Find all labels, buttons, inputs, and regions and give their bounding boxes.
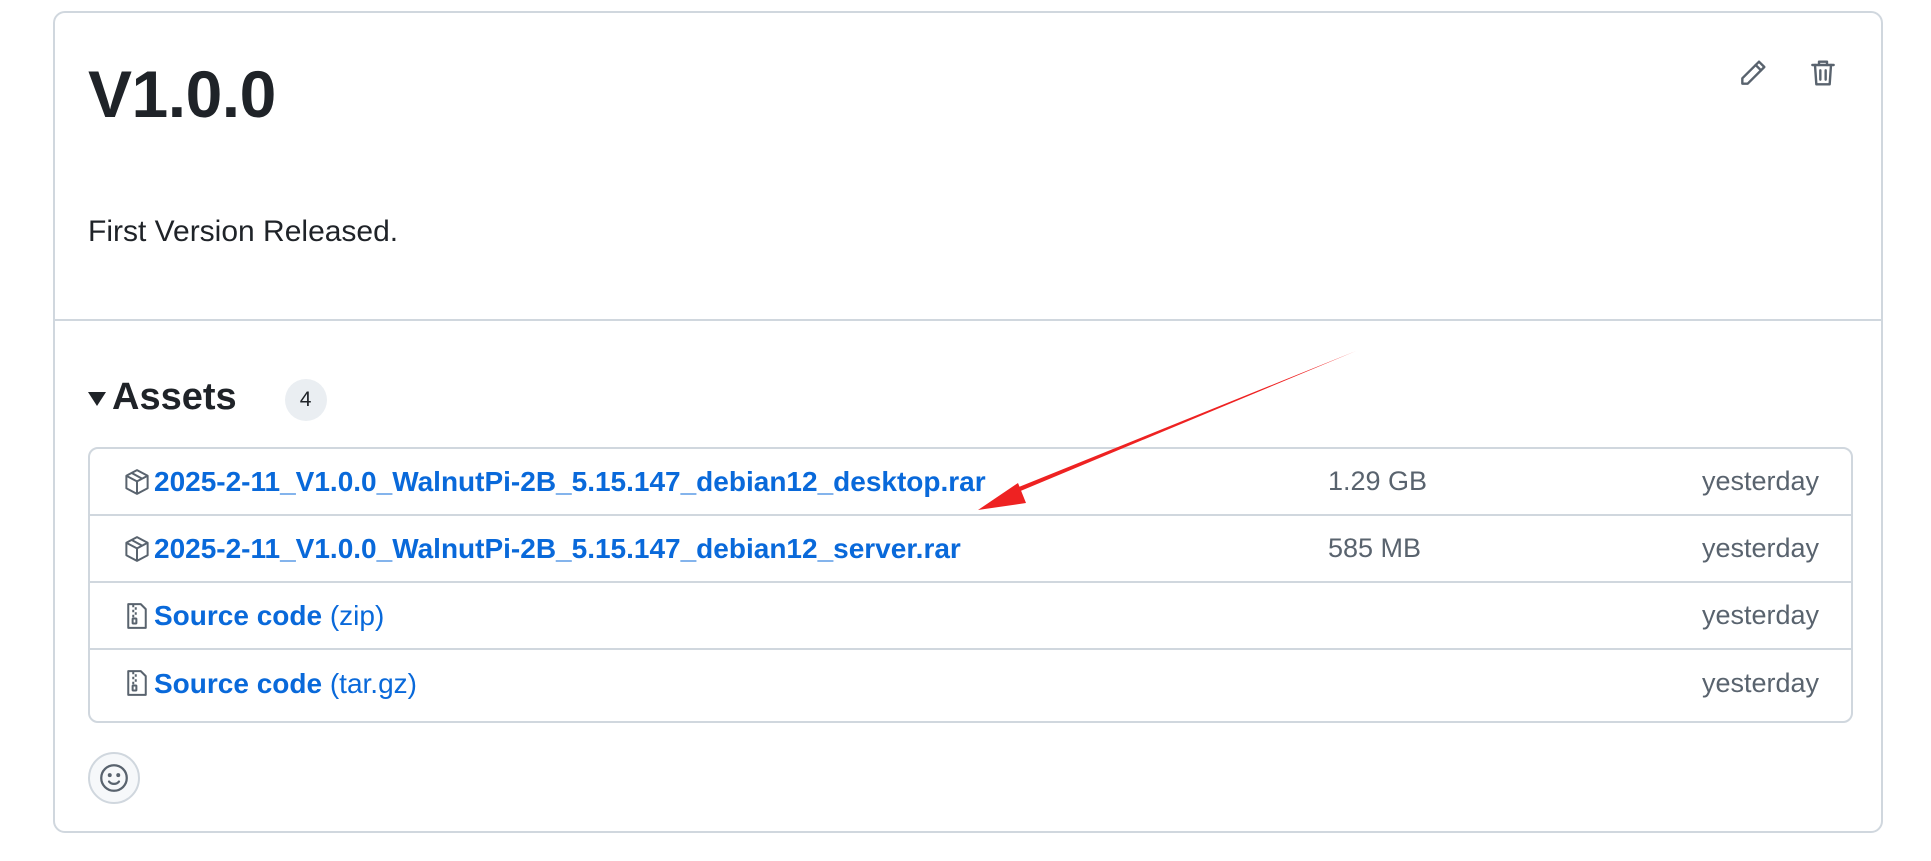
assets-toggle[interactable]: Assets 4 (88, 373, 327, 421)
release-title: V1.0.0 (88, 57, 276, 131)
release-description: First Version Released. (88, 215, 399, 248)
asset-row: Source code (zip) yesterday (90, 583, 1851, 650)
assets-heading: Assets (112, 375, 237, 418)
asset-row: 2025-2-11_V1.0.0_WalnutPi-2B_5.15.147_de… (90, 516, 1851, 583)
asset-size: 585 MB (1328, 533, 1422, 563)
asset-date: yesterday (1701, 466, 1819, 496)
release-card: V1.0.0 First Version Released. Assets 4 (53, 11, 1883, 833)
asset-date: yesterday (1701, 533, 1819, 563)
section-divider (55, 319, 1881, 321)
add-reaction-button[interactable] (88, 752, 140, 804)
asset-date: yesterday (1701, 668, 1819, 698)
pencil-icon (1741, 60, 1766, 85)
source-code-zip-link[interactable]: Source code (zip) (154, 600, 384, 632)
file-zip-icon (127, 670, 147, 696)
trash-icon (1811, 60, 1835, 86)
asset-date: yesterday (1701, 600, 1819, 630)
asset-link-desktop-rar[interactable]: 2025-2-11_V1.0.0_WalnutPi-2B_5.15.147_de… (154, 466, 986, 498)
delete-release-button[interactable] (1803, 53, 1843, 93)
asset-link-server-rar[interactable]: 2025-2-11_V1.0.0_WalnutPi-2B_5.15.147_de… (154, 533, 961, 565)
package-icon (125, 536, 149, 562)
file-zip-icon (127, 603, 147, 629)
asset-row: 2025-2-11_V1.0.0_WalnutPi-2B_5.15.147_de… (90, 449, 1851, 516)
release-actions (1733, 53, 1843, 93)
asset-list: 2025-2-11_V1.0.0_WalnutPi-2B_5.15.147_de… (88, 447, 1853, 723)
package-icon (125, 469, 149, 495)
smiley-icon (100, 764, 128, 792)
source-code-targz-link[interactable]: Source code (tar.gz) (154, 668, 417, 700)
caret-down-icon (88, 392, 106, 406)
assets-count-badge: 4 (284, 379, 327, 421)
edit-release-button[interactable] (1733, 53, 1773, 93)
asset-row: Source code (tar.gz) yesterday (90, 650, 1851, 717)
asset-size: 1.29 GB (1328, 466, 1428, 496)
